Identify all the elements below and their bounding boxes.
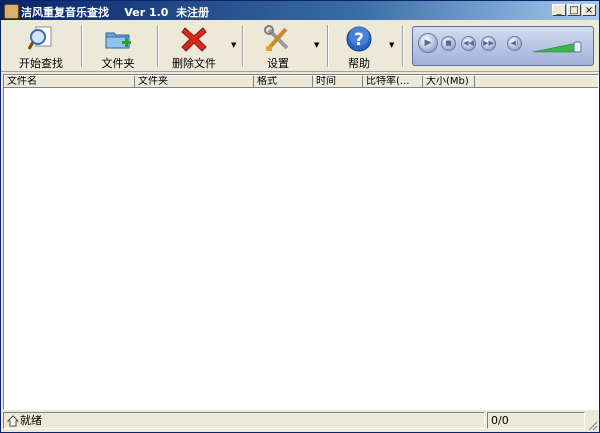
home-icon	[7, 415, 19, 427]
media-player: ▶ ■ ◀◀ ▶▶ ◀)	[412, 26, 594, 66]
speaker-icon: ◀)	[510, 39, 519, 47]
status-count: 0/0	[491, 414, 509, 427]
toolbar-separator	[327, 25, 329, 67]
folder-label: 文件夹	[101, 57, 135, 70]
delete-dropdown-arrow[interactable]: ▼	[231, 42, 238, 49]
status-pane-main: 就绪	[3, 412, 485, 429]
column-header-filename[interactable]: 文件名	[4, 75, 135, 88]
toolbar-separator	[157, 25, 159, 67]
column-header-folder[interactable]: 文件夹	[135, 75, 254, 88]
delete-x-icon	[181, 27, 207, 52]
results-list[interactable]: 文件名 文件夹 格式 时间 比特率(... 大小(Mb)	[3, 74, 599, 410]
add-folder-icon	[105, 32, 131, 49]
stop-icon: ■	[445, 39, 452, 47]
volume-slider[interactable]	[533, 41, 585, 53]
resize-grip-icon[interactable]	[587, 420, 598, 431]
help-dropdown-arrow[interactable]: ▼	[389, 42, 396, 49]
settings-label: 设置	[267, 57, 289, 70]
next-button[interactable]: ▶▶	[481, 36, 496, 51]
column-header-bitrate[interactable]: 比特率(...	[363, 75, 423, 88]
app-icon[interactable]	[4, 4, 19, 19]
delete-file-label: 删除文件	[172, 57, 216, 70]
tools-wrench-icon	[264, 25, 289, 51]
settings-button[interactable]: 设置	[249, 23, 307, 70]
toolbar-separator	[402, 25, 404, 67]
next-icon: ▶▶	[483, 39, 494, 47]
column-header-filler	[475, 75, 598, 88]
app-window: 洁风重复音乐查找 Ver 1.0 未注册 _ □ × 开始查找 文件夹 删除文件…	[0, 0, 600, 433]
stop-button[interactable]: ■	[441, 36, 456, 51]
play-icon: ▶	[424, 38, 432, 48]
previous-button[interactable]: ◀◀	[461, 36, 476, 51]
folder-button[interactable]: 文件夹	[89, 23, 147, 70]
status-text: 就绪	[20, 414, 42, 427]
close-button[interactable]: ×	[582, 4, 596, 16]
toolbar-separator	[242, 25, 244, 67]
window-title: 洁风重复音乐查找 Ver 1.0 未注册	[21, 6, 210, 19]
previous-icon: ◀◀	[463, 39, 474, 47]
help-question-icon: ?	[346, 26, 372, 52]
settings-dropdown-arrow[interactable]: ▼	[314, 42, 321, 49]
column-header-format[interactable]: 格式	[254, 75, 313, 88]
minimize-button[interactable]: _	[552, 4, 566, 16]
help-label: 帮助	[348, 57, 370, 70]
play-button[interactable]: ▶	[418, 33, 438, 53]
maximize-button[interactable]: □	[567, 4, 581, 16]
toolbar-separator	[81, 25, 83, 67]
delete-file-button[interactable]: 删除文件	[163, 23, 225, 70]
toolbar: 开始查找 文件夹 删除文件 ▼ 设置 ▼ ? 帮助 ▼ ▶ ■ ◀◀ ▶▶ ◀)	[1, 21, 599, 72]
svg-text:?: ?	[354, 30, 364, 50]
status-pane-count: 0/0	[487, 412, 585, 429]
mute-button[interactable]: ◀)	[507, 36, 522, 51]
title-bar[interactable]: 洁风重复音乐查找 Ver 1.0 未注册 _ □ ×	[1, 1, 599, 20]
search-magnifier-icon	[27, 26, 52, 50]
column-header-size[interactable]: 大小(Mb)	[423, 75, 475, 88]
list-header: 文件名 文件夹 格式 时间 比特率(... 大小(Mb)	[4, 75, 598, 89]
start-search-button[interactable]: 开始查找	[7, 23, 75, 70]
status-bar: 就绪 0/0	[1, 410, 599, 432]
start-search-label: 开始查找	[19, 57, 63, 70]
help-button[interactable]: ? 帮助	[333, 23, 385, 70]
column-header-time[interactable]: 时间	[313, 75, 363, 88]
